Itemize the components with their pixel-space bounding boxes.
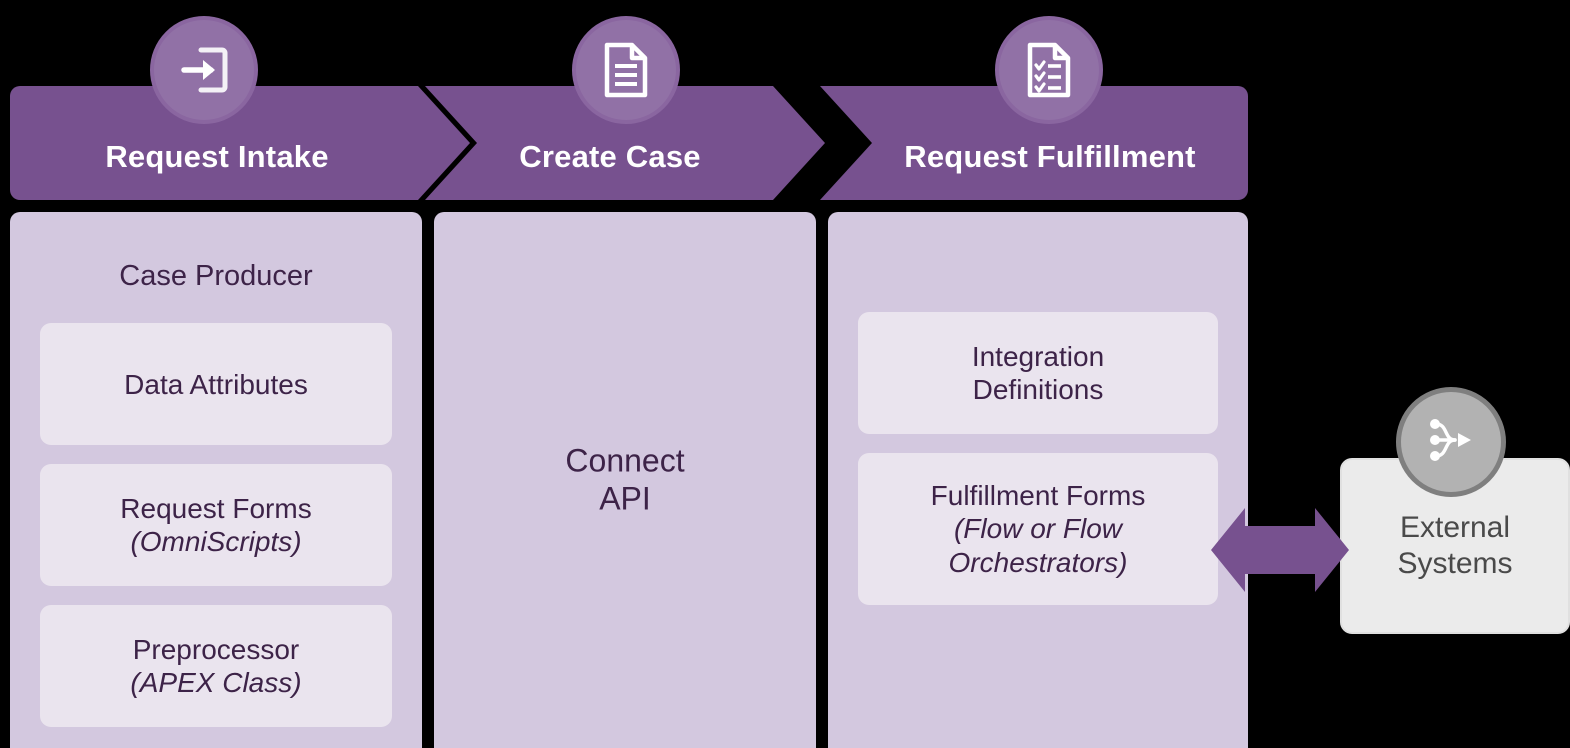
card-data-attributes[interactable]: Data Attributes xyxy=(40,323,392,446)
connect-api-line2: API xyxy=(599,481,651,517)
external-systems-line2: Systems xyxy=(1397,547,1513,580)
card-subtitle: (OmniScripts) xyxy=(130,526,302,558)
card-subtitle-line2: Orchestrators) xyxy=(948,546,1128,578)
stage-body-create-case: Connect API xyxy=(434,212,816,748)
card-fulfillment-forms[interactable]: Fulfillment Forms (Flow or Flow Orchestr… xyxy=(858,453,1218,605)
external-systems-label: External Systems xyxy=(1397,510,1512,582)
integration-branch-icon-badge xyxy=(1396,387,1506,497)
card-subtitle: (APEX Class) xyxy=(130,667,302,699)
connect-api-label: Connect API xyxy=(434,442,816,519)
card-title: Data Attributes xyxy=(124,368,308,400)
external-systems-line1: External xyxy=(1399,511,1511,544)
stage-body-request-intake: Case Producer Data Attributes Request Fo… xyxy=(10,212,422,748)
fulfillment-card-stack: Integration Definitions Fulfillment Form… xyxy=(858,212,1218,605)
connect-api-line1: Connect xyxy=(565,442,685,479)
login-arrow-icon-badge xyxy=(150,16,258,124)
card-integration-definitions[interactable]: Integration Definitions xyxy=(858,312,1218,434)
card-title: Integration xyxy=(971,340,1105,372)
card-subtitle: (Flow or Flow xyxy=(953,513,1122,545)
checklist-document-icon-badge xyxy=(995,16,1103,124)
card-request-forms[interactable]: Request Forms (OmniScripts) xyxy=(40,464,392,587)
card-title: Preprocessor xyxy=(132,634,300,666)
case-producer-heading: Case Producer xyxy=(119,260,313,292)
stage-header-label: Create Case xyxy=(519,138,701,174)
checklist-document-icon xyxy=(1022,41,1076,99)
card-title-line2: Definitions xyxy=(972,374,1104,405)
stage-header-label: Request Intake xyxy=(105,138,329,174)
card-preprocessor[interactable]: Preprocessor (APEX Class) xyxy=(40,605,392,728)
card-title: Request Forms xyxy=(120,493,312,525)
integration-branch-icon xyxy=(1422,411,1480,474)
document-icon-badge xyxy=(572,16,680,124)
stage-body-request-fulfillment: Integration Definitions Fulfillment Form… xyxy=(828,212,1248,748)
login-arrow-icon xyxy=(175,41,233,99)
document-icon xyxy=(599,41,653,99)
process-flow-diagram: Request Intake Create Case Request Fulfi… xyxy=(0,0,1570,748)
card-title: Fulfillment Forms xyxy=(930,480,1146,512)
